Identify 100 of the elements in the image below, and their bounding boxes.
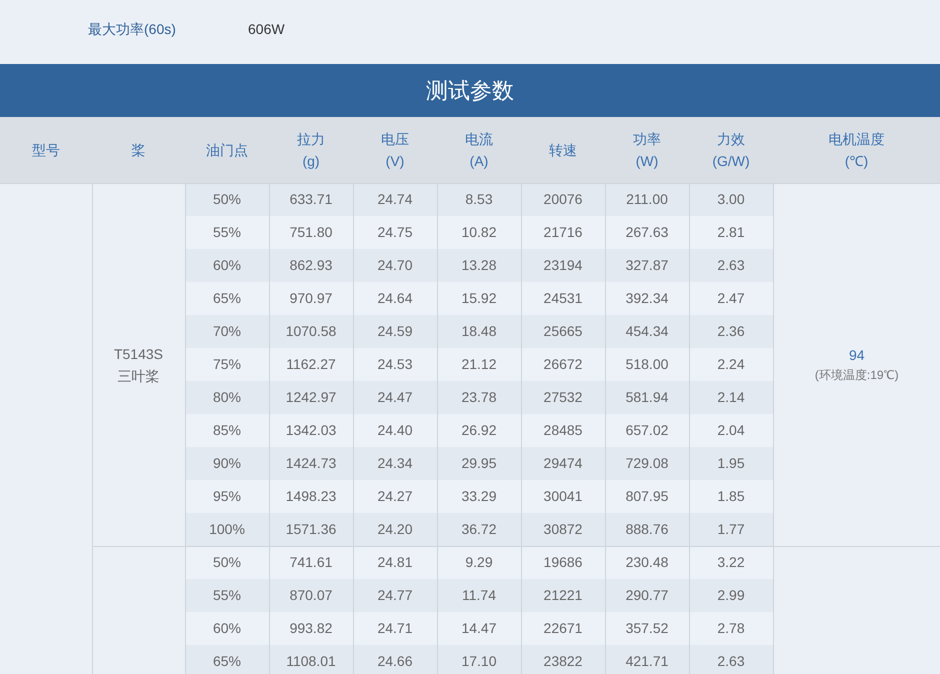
table-cell: 90% (185, 447, 269, 480)
table-cell: 751.80 (269, 216, 353, 249)
table-cell: 741.61 (269, 546, 353, 579)
table-cell: 70% (185, 315, 269, 348)
table-cell: 23822 (521, 645, 605, 674)
table-cell: 36.72 (437, 513, 521, 546)
table-cell: 13.28 (437, 249, 521, 282)
table-cell: 27532 (521, 381, 605, 414)
table-cell: 23194 (521, 249, 605, 282)
table-cell: 1162.27 (269, 348, 353, 381)
table-cell: 24.74 (353, 183, 437, 216)
column-header: 电压 (V) (353, 117, 437, 183)
table-cell: 30041 (521, 480, 605, 513)
table-cell: 1571.36 (269, 513, 353, 546)
table-cell: 50% (185, 546, 269, 579)
table-cell: 10.82 (437, 216, 521, 249)
column-header: 转速 (521, 117, 605, 183)
table-cell: 2.81 (689, 216, 773, 249)
table-cell: 1342.03 (269, 414, 353, 447)
table-cell: 85% (185, 414, 269, 447)
table-cell: 657.02 (605, 414, 689, 447)
table-cell: 2.99 (689, 579, 773, 612)
table-cell: 29.95 (437, 447, 521, 480)
table-cell: 807.95 (605, 480, 689, 513)
table-cell: 1498.23 (269, 480, 353, 513)
propeller-name: T5143S 三叶桨 (112, 344, 164, 386)
table-cell: 23.78 (437, 381, 521, 414)
table-cell: 1.95 (689, 447, 773, 480)
table-cell: 15.92 (437, 282, 521, 315)
column-header: 桨 (92, 117, 185, 183)
table-cell: 2.47 (689, 282, 773, 315)
table-cell: 60% (185, 612, 269, 645)
table-cell: 24.77 (353, 579, 437, 612)
table-cell: 26.92 (437, 414, 521, 447)
table-cell: 729.08 (605, 447, 689, 480)
spec-label: 最大功率(60s) (88, 20, 177, 39)
table-cell: 19686 (521, 546, 605, 579)
table-cell: 1424.73 (269, 447, 353, 480)
table-cell: 24.27 (353, 480, 437, 513)
table-cell: 33.29 (437, 480, 521, 513)
table-cell: 633.71 (269, 183, 353, 216)
table-cell: 24.47 (353, 381, 437, 414)
table-cell: 357.52 (605, 612, 689, 645)
table-cell: 22671 (521, 612, 605, 645)
table-cell: 60% (185, 249, 269, 282)
table-cell: 392.34 (605, 282, 689, 315)
column-header: 电机温度 (℃) (773, 117, 940, 183)
table-cell: 3.00 (689, 183, 773, 216)
table-cell: 21.12 (437, 348, 521, 381)
column-header: 功率 (W) (605, 117, 689, 183)
table-cell: 9.29 (437, 546, 521, 579)
section-title: 测试参数 (426, 77, 514, 105)
column-header: 电流 (A) (437, 117, 521, 183)
column-header: 型号 (0, 117, 92, 183)
table-cell: 327.87 (605, 249, 689, 282)
table-cell: 24.53 (353, 348, 437, 381)
temperature-value: 94 (848, 346, 866, 365)
table-cell: 26672 (521, 348, 605, 381)
table-cell: 211.00 (605, 183, 689, 216)
table-cell: 14.47 (437, 612, 521, 645)
table-cell: 24531 (521, 282, 605, 315)
table-cell: 65% (185, 645, 269, 674)
table-cell: 2.24 (689, 348, 773, 381)
table-cell: 1242.97 (269, 381, 353, 414)
table-cell: 3.22 (689, 546, 773, 579)
table-cell: 8.53 (437, 183, 521, 216)
table-cell: 25665 (521, 315, 605, 348)
table-cell: 2.04 (689, 414, 773, 447)
table-cell: 28485 (521, 414, 605, 447)
table-cell: 2.36 (689, 315, 773, 348)
table-cell: 18.48 (437, 315, 521, 348)
column-header: 力效 (G/W) (689, 117, 773, 183)
table-cell: 55% (185, 216, 269, 249)
table-cell: 75% (185, 348, 269, 381)
table-cell: 95% (185, 480, 269, 513)
table-cell: 21221 (521, 579, 605, 612)
table-cell: 24.81 (353, 546, 437, 579)
table-cell: 100% (185, 513, 269, 546)
table-cell: 24.34 (353, 447, 437, 480)
table-cell: 2.63 (689, 645, 773, 674)
table-cell: 290.77 (605, 579, 689, 612)
table-cell: 21716 (521, 216, 605, 249)
table-cell: 50% (185, 183, 269, 216)
ambient-temperature: (环境温度:19℃) (814, 367, 900, 384)
table-cell: 11.74 (437, 579, 521, 612)
table-cell: 2.14 (689, 381, 773, 414)
table-cell: 518.00 (605, 348, 689, 381)
table-cell: 230.48 (605, 546, 689, 579)
table-cell: 17.10 (437, 645, 521, 674)
table-cell: 20076 (521, 183, 605, 216)
table-cell: 454.34 (605, 315, 689, 348)
table-cell: 65% (185, 282, 269, 315)
table-cell: 24.20 (353, 513, 437, 546)
table-cell: 1.85 (689, 480, 773, 513)
table-cell: 421.71 (605, 645, 689, 674)
table-cell: 970.97 (269, 282, 353, 315)
table-cell: 2.78 (689, 612, 773, 645)
table-cell: 1108.01 (269, 645, 353, 674)
table-cell: 55% (185, 579, 269, 612)
table-cell: 267.63 (605, 216, 689, 249)
